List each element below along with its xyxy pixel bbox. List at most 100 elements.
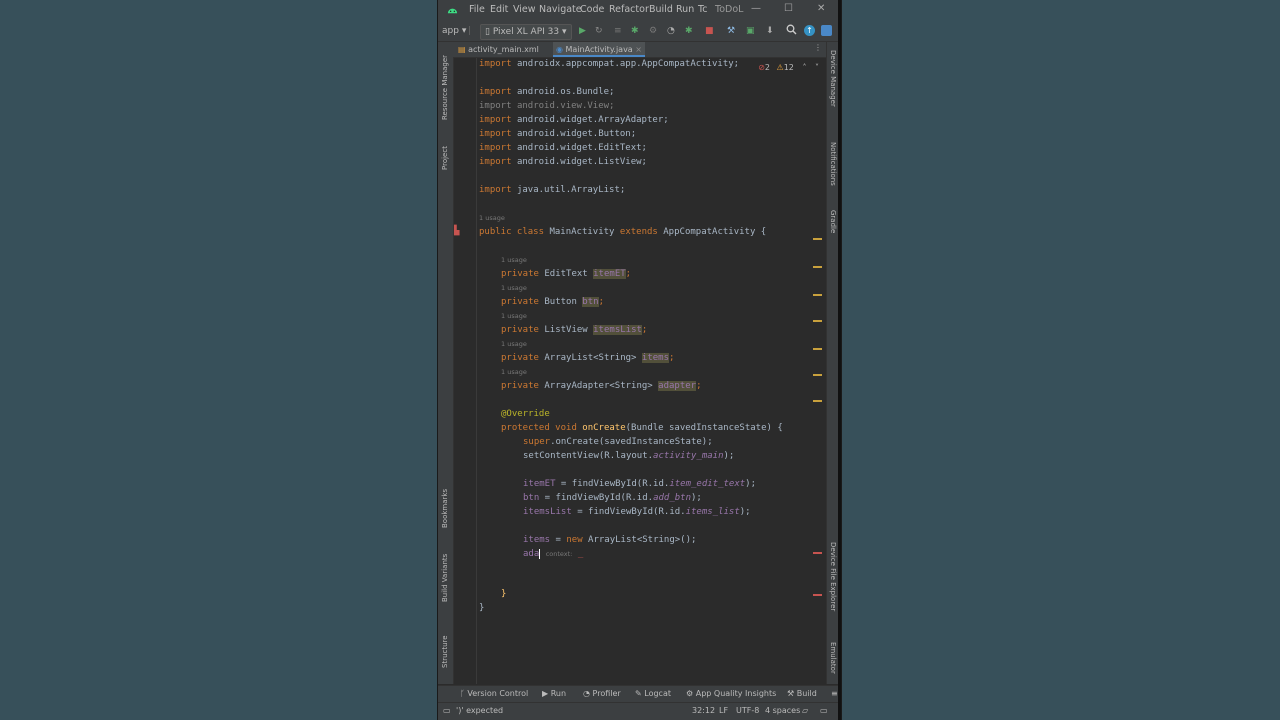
apply-code-changes-icon[interactable]: ≡ <box>614 24 622 38</box>
module-label: app <box>442 26 459 36</box>
warning-mark[interactable] <box>813 374 822 376</box>
run-icon[interactable]: ▶ <box>579 24 586 38</box>
tool-device-file-explorer[interactable]: Device File Explorer <box>829 542 837 611</box>
device-label: Pixel XL API 33 <box>492 27 560 37</box>
tool-project[interactable]: Project <box>441 146 449 170</box>
close-window-button[interactable]: ✕ <box>817 3 825 14</box>
chevron-down-icon: ▾ <box>561 27 567 37</box>
warning-mark[interactable] <box>813 294 822 296</box>
editor-tab-bar: ▤ activity_main.xml ◉ MainActivity.java … <box>453 42 826 58</box>
usage-hint[interactable]: 1 usage <box>501 366 527 378</box>
code-editor[interactable]: ⊘2 ⚠12 ˄ ˅ import androidx.appcompat.app… <box>454 58 825 684</box>
branch-icon: ᚴ <box>460 689 465 698</box>
usage-hint[interactable]: 1 usage <box>501 254 527 266</box>
tool-logcat[interactable]: ✎ Logcat <box>635 689 671 698</box>
tab-activity-main-xml[interactable]: ▤ activity_main.xml <box>455 42 542 57</box>
more-icon[interactable]: ⋮ <box>814 43 822 52</box>
chevron-up-icon[interactable]: ˄ <box>802 63 806 72</box>
caret-position[interactable]: 32:12 <box>692 706 715 715</box>
tool-device-manager[interactable]: Device Manager <box>829 50 837 107</box>
insights-icon: ⚙ <box>686 689 694 698</box>
lock-icon[interactable]: ▱ <box>802 706 808 715</box>
tool-version-control[interactable]: ᚴ Version Control <box>460 689 528 698</box>
tool-build[interactable]: ⚒ Build <box>787 689 817 698</box>
minimize-button[interactable]: — <box>751 3 761 14</box>
tool-label: Logcat <box>644 689 671 698</box>
warning-mark[interactable] <box>813 238 822 240</box>
warning-mark[interactable] <box>813 400 822 402</box>
hammer-icon: ⚒ <box>787 689 795 698</box>
tool-gradle[interactable]: Gradle <box>829 210 837 233</box>
menu-build[interactable]: Build <box>649 4 673 15</box>
device-manager-icon[interactable]: ▣ <box>746 24 755 38</box>
event-log-icon[interactable]: ▭ <box>820 706 828 715</box>
menu-code[interactable]: Code <box>580 4 604 15</box>
menu-view[interactable]: View <box>513 4 536 15</box>
more-icon[interactable]: ≡ <box>831 689 838 698</box>
usage-hint[interactable]: 1 usage <box>501 282 527 294</box>
error-mark[interactable] <box>813 594 822 596</box>
indent-setting[interactable]: 4 spaces <box>765 706 800 715</box>
code-line: import android.widget.Button; <box>479 129 637 139</box>
close-tab-icon[interactable]: × <box>635 45 642 54</box>
tool-emulator[interactable]: Emulator <box>829 642 837 674</box>
inspection-widget[interactable]: ⊘2 ⚠12 ˄ ˅ <box>758 63 819 72</box>
usage-hint[interactable]: 1 usage <box>501 338 527 350</box>
tool-build-variants[interactable]: Build Variants <box>441 554 449 602</box>
device-selector[interactable]: ▯ Pixel XL API 33 ▾ <box>480 24 572 40</box>
tool-structure[interactable]: Structure <box>441 635 449 668</box>
tool-notifications[interactable]: Notifications <box>829 142 837 186</box>
stop-icon[interactable]: ■ <box>705 24 714 38</box>
error-stripe[interactable] <box>813 58 823 684</box>
menu-navigate[interactable]: Navigate <box>539 4 582 15</box>
panel-toggle-icon[interactable]: ▭ <box>443 706 451 715</box>
debug-icon[interactable]: ✱ <box>631 24 639 38</box>
menu-edit[interactable]: Edit <box>490 4 508 15</box>
account-icon[interactable] <box>821 25 832 36</box>
error-mark[interactable] <box>813 552 822 554</box>
module-selector[interactable]: app ▾ <box>442 24 466 38</box>
menu-file[interactable]: File <box>469 4 485 15</box>
line-separator[interactable]: LF <box>719 706 728 715</box>
tool-bookmarks[interactable]: Bookmarks <box>441 489 449 528</box>
apply-changes-icon[interactable]: ↻ <box>595 24 603 38</box>
sync-icon[interactable]: ⚒ <box>727 24 735 38</box>
attach-debugger-icon[interactable]: ⚙ <box>649 24 657 38</box>
file-encoding[interactable]: UTF-8 <box>736 706 759 715</box>
code-line: itemET = findViewById(R.id.item_edit_tex… <box>523 479 757 489</box>
warning-mark[interactable] <box>813 348 822 350</box>
tool-label: Version Control <box>467 689 529 698</box>
profile-icon[interactable]: ◔ <box>667 24 675 38</box>
code-line-field: private EditText itemET; <box>501 269 632 279</box>
text-cursor <box>539 548 541 559</box>
status-message[interactable]: ')' expected <box>456 706 503 715</box>
tab-main-activity-java[interactable]: ◉ MainActivity.java × <box>553 42 645 57</box>
tab-label: activity_main.xml <box>468 45 539 54</box>
menu-refactor[interactable]: Refactor <box>609 4 649 15</box>
chevron-down-icon: ▾ <box>461 26 467 36</box>
code-line: import android.widget.EditText; <box>479 143 647 153</box>
code-line: import android.widget.ArrayAdapter; <box>479 115 669 125</box>
run-gutter-icon[interactable]: ▙ <box>454 226 459 236</box>
code-line-field: private ArrayList<String> items; <box>501 353 675 363</box>
sdk-manager-icon[interactable]: ⬇ <box>766 24 774 38</box>
code-line: import android.os.Bundle; <box>479 87 615 97</box>
update-icon[interactable]: ↑ <box>804 25 815 36</box>
tool-resource-manager[interactable]: Resource Manager <box>441 55 449 120</box>
tool-run[interactable]: ▶ Run <box>542 689 566 698</box>
code-line: setContentView(R.layout.activity_main); <box>523 451 735 461</box>
warning-icon: ⚠ <box>776 63 784 72</box>
warning-mark[interactable] <box>813 320 822 322</box>
menu-run[interactable]: Run <box>676 4 694 15</box>
menu-tools[interactable]: Tc <box>698 4 707 15</box>
tool-profiler[interactable]: ◔ Profiler <box>583 689 621 698</box>
usage-hint[interactable]: 1 usage <box>479 212 505 224</box>
tool-app-quality-insights[interactable]: ⚙ App Quality Insights <box>686 689 776 698</box>
warning-mark[interactable] <box>813 266 822 268</box>
code-line: items = new ArrayList<String>(); <box>523 535 697 545</box>
maximize-button[interactable]: ☐ <box>784 3 793 14</box>
usage-hint[interactable]: 1 usage <box>501 310 527 322</box>
code-line: import androidx.appcompat.app.AppCompatA… <box>479 59 740 69</box>
search-icon[interactable] <box>786 24 797 38</box>
debug-run-icon[interactable]: ✱ <box>685 24 693 38</box>
